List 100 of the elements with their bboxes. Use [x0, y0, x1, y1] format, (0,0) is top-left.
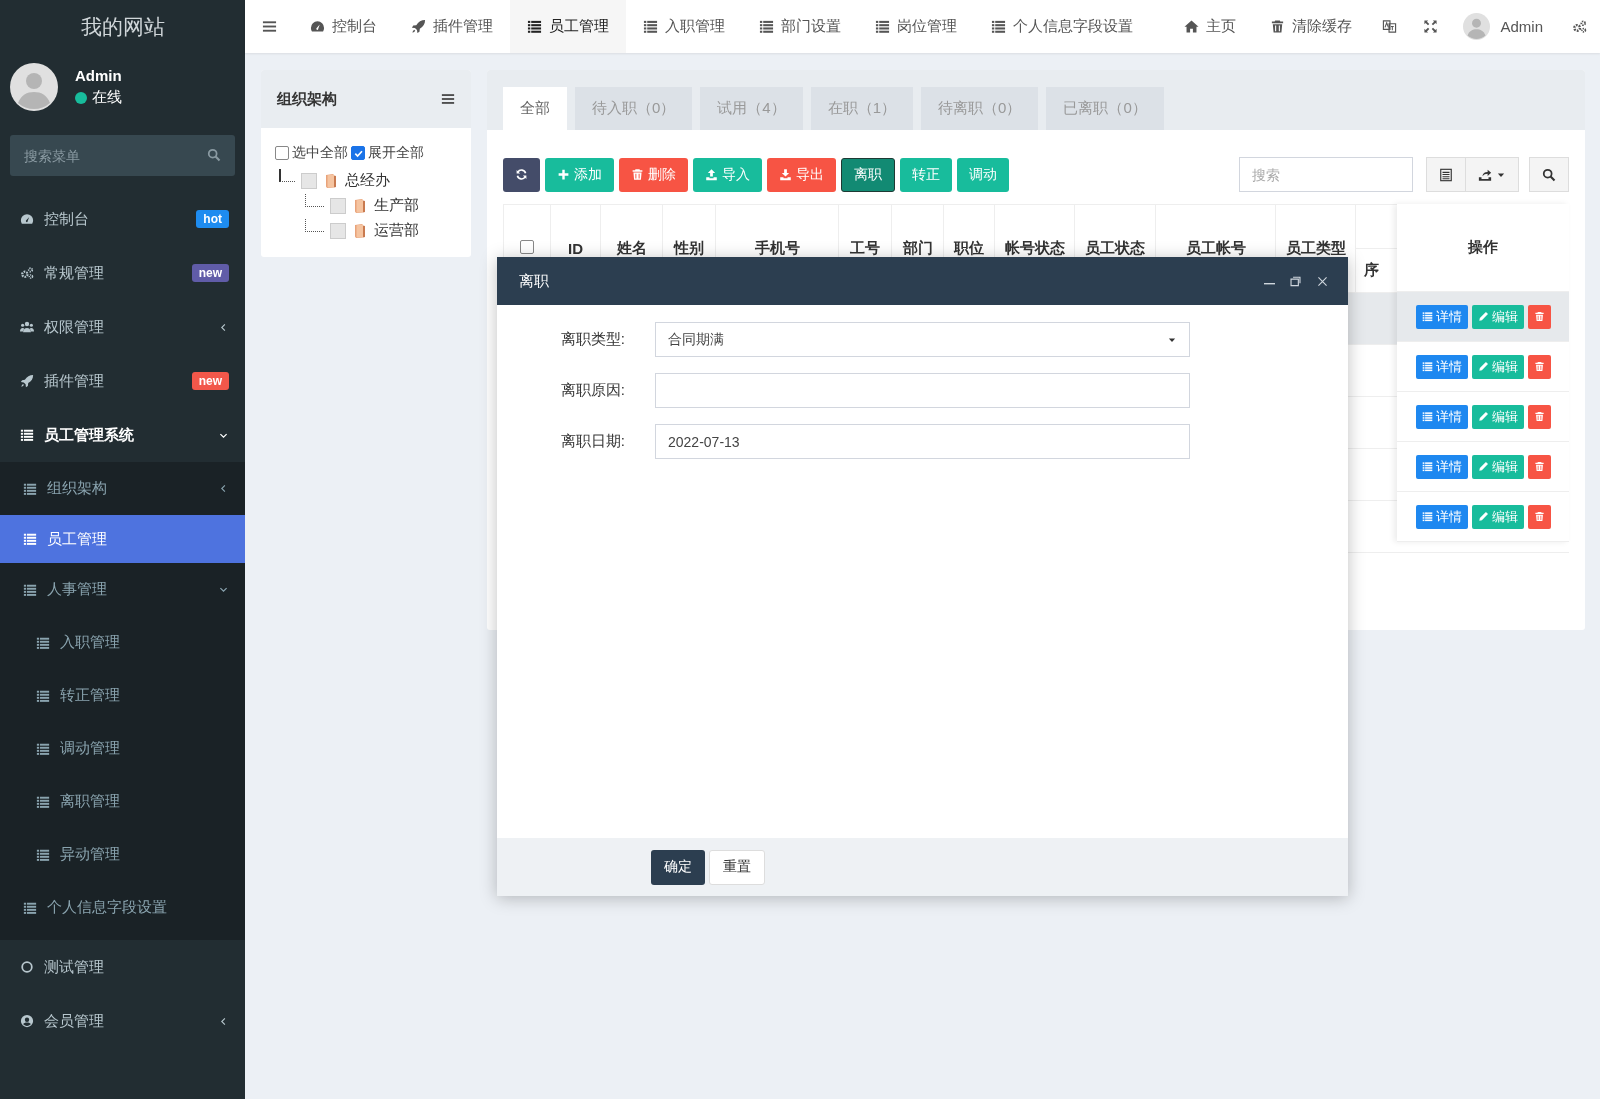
column-header[interactable]: 部门 [902, 239, 933, 256]
list-icon [23, 900, 37, 915]
list-icon [36, 688, 50, 703]
sidebar-item[interactable]: 异动管理 [0, 828, 245, 881]
sidebar-item[interactable]: 控制台 hot [0, 192, 245, 246]
sidebar-item[interactable]: 组织架构 [0, 462, 245, 515]
tree-checkbox[interactable] [330, 222, 346, 239]
nav-tab[interactable]: 个人信息字段设置 [974, 0, 1150, 53]
user-menu[interactable]: Admin [1451, 0, 1559, 53]
sidebar-item[interactable]: 插件管理 new [0, 354, 245, 408]
column-header[interactable]: 员工帐号 [1185, 239, 1246, 256]
delete-button[interactable] [1527, 354, 1551, 379]
list-icon [36, 794, 50, 809]
nav-tab[interactable]: 部门设置 [742, 0, 858, 53]
checkbox[interactable] [520, 240, 534, 254]
dialog-button[interactable]: 确定 [651, 849, 705, 885]
trash-icon [631, 168, 644, 181]
sidebar-item-label: 调动管理 [60, 739, 121, 758]
filter-tab[interactable]: 全部 [503, 87, 567, 130]
column-header[interactable]: 员工类型 [1285, 239, 1346, 256]
tree-node-label[interactable]: 总经办 [345, 171, 390, 190]
nav-tab[interactable]: 入职管理 [626, 0, 742, 53]
columns-button[interactable] [1426, 157, 1466, 192]
table-row[interactable]: 详情 编辑 [1397, 492, 1569, 542]
pencil-icon [1477, 311, 1489, 322]
tree-checkbox[interactable] [330, 197, 346, 214]
sidebar-item[interactable]: 调动管理 [0, 722, 245, 775]
list-icon [527, 19, 542, 34]
column-header[interactable]: 序 [1364, 261, 1379, 278]
menu-search-field[interactable]: 搜索菜单 [10, 135, 235, 176]
list-icon [20, 428, 34, 442]
column-header[interactable]: ID [568, 240, 583, 257]
nav-tab[interactable]: 员工管理 [510, 0, 626, 53]
column-header[interactable]: 姓名 [616, 239, 647, 256]
table-row[interactable]: 详情 编辑 [1397, 292, 1569, 342]
column-header[interactable]: 工号 [850, 239, 880, 256]
dialog-title: 离职 [519, 271, 549, 291]
sidebar-item[interactable]: 会员管理 [0, 994, 245, 1048]
folder-icon [323, 172, 339, 189]
sidebar-item[interactable]: 常规管理 new [0, 246, 245, 300]
site-logo[interactable]: 我的网站 [0, 0, 245, 53]
tree-line [279, 169, 295, 182]
toolbar-button[interactable]: 离职 [841, 157, 895, 192]
nav-link[interactable]: 主页 [1167, 0, 1254, 53]
list-icon [1421, 311, 1433, 322]
column-header[interactable]: 性别 [674, 239, 704, 256]
sidebar-item[interactable]: 入职管理 [0, 616, 245, 669]
export-button[interactable] [1466, 157, 1519, 192]
translate-icon [1382, 19, 1398, 34]
tree-node-label[interactable]: 运营部 [374, 221, 419, 240]
sidebar-item[interactable]: 离职管理 [0, 775, 245, 828]
tree-checkbox[interactable] [301, 172, 317, 189]
nav-tab[interactable]: 岗位管理 [858, 0, 974, 53]
sidebar-item[interactable]: 测试管理 [0, 940, 245, 994]
list-icon [875, 19, 890, 34]
select-field[interactable]: 合同期满 [655, 322, 1190, 357]
column-header[interactable]: 手机号 [754, 239, 800, 256]
delete-button[interactable] [1527, 404, 1551, 429]
sidebar-item[interactable]: 员工管理 [0, 515, 245, 563]
row-action-button[interactable]: 详情 [1415, 354, 1468, 379]
sidebar-item-label: 人事管理 [47, 580, 108, 599]
column-header[interactable]: 员工状态 [1085, 239, 1145, 256]
trash-icon [1533, 461, 1545, 472]
input-field[interactable]: 2022-07-13 [655, 424, 1190, 459]
input-field[interactable] [655, 373, 1190, 408]
nav-link[interactable]: 清除缓存 [1253, 0, 1370, 53]
delete-button[interactable] [1527, 454, 1551, 479]
search-button[interactable] [1529, 157, 1569, 192]
column-header[interactable]: 职位 [954, 239, 984, 256]
checkbox[interactable] [275, 146, 289, 160]
sidebar-item[interactable]: 权限管理 [0, 300, 245, 354]
sidebar-item[interactable]: 员工管理系统 [0, 408, 245, 462]
search-field[interactable]: 搜索 [1239, 157, 1413, 192]
row-action-button[interactable]: 详情 [1415, 404, 1468, 429]
fullscreen-icon [1423, 19, 1439, 34]
row-action-button[interactable]: 详情 [1415, 454, 1468, 479]
table-row[interactable]: 详情 编辑 [1397, 442, 1569, 492]
checkbox[interactable] [351, 146, 365, 160]
row-action-button[interactable]: 详情 [1415, 304, 1468, 329]
sidebar-item[interactable]: 人事管理 [0, 563, 245, 616]
checkbox-label[interactable]: 展开全部 [351, 144, 424, 162]
sidebar-item[interactable]: 个人信息字段设置 [0, 881, 245, 934]
sidebar-item-label: 员工管理系统 [44, 425, 135, 445]
trash-icon [1533, 511, 1545, 522]
sidebar-item[interactable]: 转正管理 [0, 669, 245, 722]
row-action-button[interactable]: 详情 [1415, 504, 1468, 529]
dialog-button[interactable]: 重置 [709, 849, 765, 885]
delete-button[interactable] [1527, 504, 1551, 529]
pencil-icon [1477, 361, 1489, 372]
nav-tab[interactable]: 控制台 [293, 0, 394, 53]
table-row[interactable]: 详情 编辑 [1397, 342, 1569, 392]
checkbox-label[interactable]: 选中全部 [275, 144, 348, 162]
menu-badge: new [191, 372, 229, 390]
table-row[interactable]: 详情 编辑 [1397, 392, 1569, 442]
nav-tab[interactable]: 插件管理 [394, 0, 510, 53]
tree-node-label[interactable]: 生产部 [374, 196, 419, 215]
delete-button[interactable] [1527, 304, 1551, 329]
list-icon [1421, 361, 1433, 372]
column-header[interactable]: 帐号状态 [1004, 239, 1065, 256]
refresh-button[interactable] [503, 157, 540, 192]
